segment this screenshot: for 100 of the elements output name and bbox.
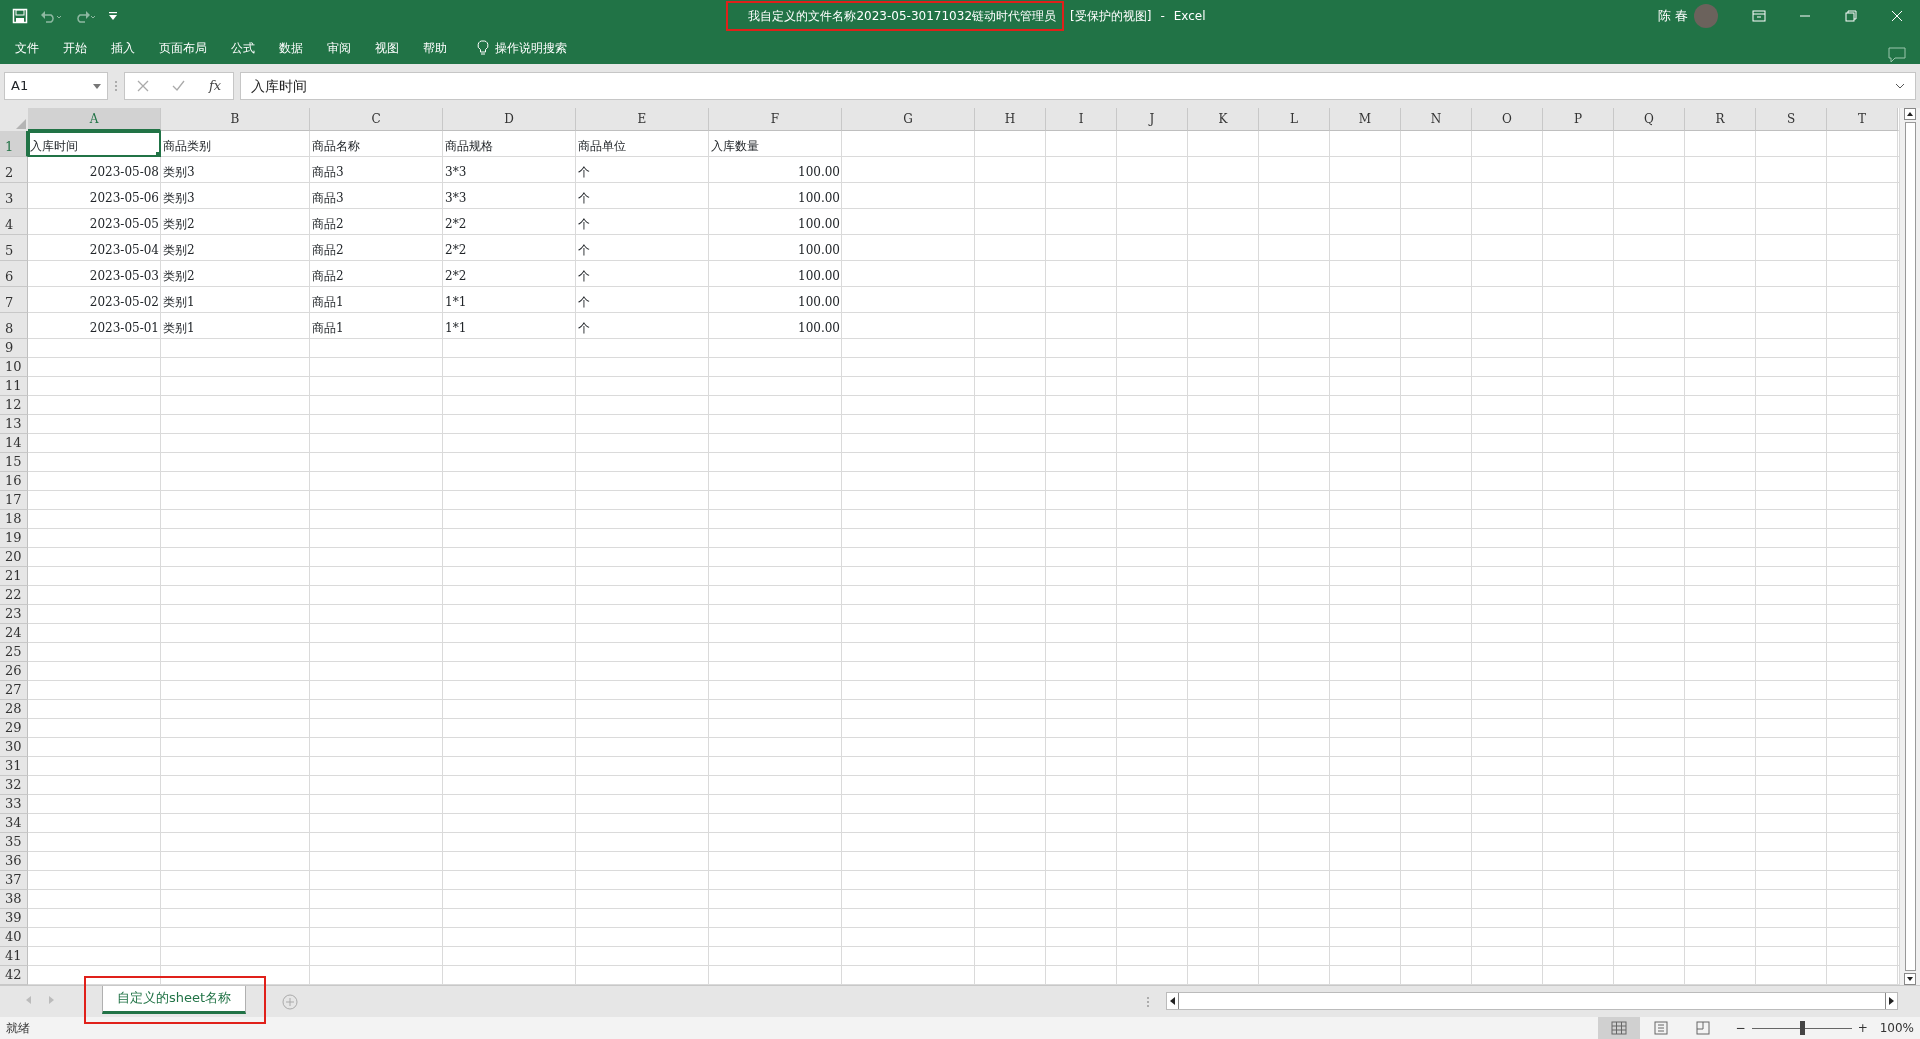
row-header[interactable]: 1 — [0, 131, 28, 157]
column-header[interactable]: S — [1756, 108, 1827, 131]
name-box[interactable]: A1 — [4, 72, 108, 100]
insert-function-button[interactable]: fx — [209, 76, 222, 96]
column-header[interactable]: K — [1188, 108, 1259, 131]
row-header[interactable]: 36 — [0, 852, 28, 871]
row-header[interactable]: 35 — [0, 833, 28, 852]
table-cell[interactable]: 商品类别 — [161, 131, 310, 157]
table-cell[interactable]: 2023-05-08 — [28, 157, 161, 183]
undo-icon[interactable] — [40, 9, 62, 23]
table-cell[interactable]: 100.00 — [709, 287, 842, 313]
row-header[interactable]: 20 — [0, 548, 28, 567]
table-cell[interactable]: 个 — [576, 183, 709, 209]
row-header[interactable]: 3 — [0, 183, 28, 209]
table-cell[interactable]: 100.00 — [709, 183, 842, 209]
row-header[interactable]: 14 — [0, 434, 28, 453]
row-header[interactable]: 4 — [0, 209, 28, 235]
table-cell[interactable]: 2*2 — [443, 235, 576, 261]
column-header[interactable]: Q — [1614, 108, 1685, 131]
table-cell[interactable]: 100.00 — [709, 313, 842, 339]
table-cell[interactable]: 1*1 — [443, 313, 576, 339]
horizontal-scrollbar[interactable] — [1166, 992, 1898, 1010]
column-header[interactable]: P — [1543, 108, 1614, 131]
table-cell[interactable]: 个 — [576, 209, 709, 235]
table-cell[interactable]: 2*2 — [443, 209, 576, 235]
dropdown-caret-icon[interactable] — [93, 83, 101, 89]
table-cell[interactable]: 个 — [576, 157, 709, 183]
table-cell[interactable]: 2023-05-05 — [28, 209, 161, 235]
row-header[interactable]: 5 — [0, 235, 28, 261]
row-header[interactable]: 13 — [0, 415, 28, 434]
row-header[interactable]: 7 — [0, 287, 28, 313]
menu-tab[interactable]: 视图 — [363, 32, 411, 64]
redo-icon[interactable] — [74, 9, 96, 23]
select-all-icon[interactable] — [16, 119, 26, 129]
table-cell[interactable]: 2023-05-06 — [28, 183, 161, 209]
column-header[interactable]: A — [28, 108, 161, 131]
view-button[interactable] — [1597, 1017, 1640, 1039]
menu-tab[interactable]: 审阅 — [315, 32, 363, 64]
row-header[interactable]: 33 — [0, 795, 28, 814]
table-cell[interactable]: 100.00 — [709, 157, 842, 183]
row-header[interactable]: 23 — [0, 605, 28, 624]
zoom-out-button[interactable]: − — [1735, 1019, 1746, 1037]
table-cell[interactable]: 商品规格 — [443, 131, 576, 157]
row-header[interactable]: 41 — [0, 947, 28, 966]
row-header[interactable]: 9 — [0, 339, 28, 358]
row-header[interactable]: 34 — [0, 814, 28, 833]
table-cell[interactable]: 商品1 — [310, 313, 443, 339]
close-icon[interactable] — [1889, 8, 1905, 24]
column-header[interactable]: G — [842, 108, 975, 131]
table-cell[interactable]: 个 — [576, 261, 709, 287]
expand-caret-icon[interactable] — [1895, 83, 1905, 89]
column-header[interactable]: R — [1685, 108, 1756, 131]
user-name[interactable]: 陈 春 — [1657, 6, 1688, 26]
row-header[interactable]: 30 — [0, 738, 28, 757]
row-header[interactable]: 26 — [0, 662, 28, 681]
row-header[interactable]: 37 — [0, 871, 28, 890]
row-header[interactable]: 10 — [0, 358, 28, 377]
menu-tab[interactable]: 开始 — [51, 32, 99, 64]
customize-caret-icon[interactable] — [108, 11, 118, 21]
sheet-tab[interactable]: 自定义的sheet名称 — [102, 986, 247, 1014]
column-header[interactable]: E — [576, 108, 709, 131]
row-header[interactable]: 24 — [0, 624, 28, 643]
check-icon[interactable] — [172, 80, 186, 92]
column-header[interactable]: O — [1472, 108, 1543, 131]
scroll-down-icon[interactable] — [1904, 973, 1916, 985]
row-header[interactable]: 32 — [0, 776, 28, 795]
table-cell[interactable]: 类别2 — [161, 261, 310, 287]
row-header[interactable]: 11 — [0, 377, 28, 396]
row-header[interactable]: 8 — [0, 313, 28, 339]
table-cell[interactable]: 类别3 — [161, 183, 310, 209]
row-header[interactable]: 6 — [0, 261, 28, 287]
table-cell[interactable]: 商品2 — [310, 261, 443, 287]
column-header[interactable]: J — [1117, 108, 1188, 131]
row-header[interactable]: 42 — [0, 966, 28, 985]
table-cell[interactable]: 2023-05-01 — [28, 313, 161, 339]
table-cell[interactable]: 个 — [576, 313, 709, 339]
column-header[interactable]: M — [1330, 108, 1401, 131]
row-header[interactable]: 12 — [0, 396, 28, 415]
table-cell[interactable]: 个 — [576, 287, 709, 313]
table-cell[interactable]: 商品3 — [310, 183, 443, 209]
zoom-in-button[interactable]: + — [1857, 1019, 1868, 1037]
table-cell[interactable]: 商品3 — [310, 157, 443, 183]
menu-tab[interactable]: 数据 — [267, 32, 315, 64]
table-cell[interactable]: 2023-05-02 — [28, 287, 161, 313]
table-cell[interactable]: 2*2 — [443, 261, 576, 287]
row-header[interactable]: 18 — [0, 510, 28, 529]
table-cell[interactable]: 类别2 — [161, 235, 310, 261]
tell-me-search[interactable]: 操作说明搜索 — [465, 32, 579, 64]
table-cell[interactable]: 类别3 — [161, 157, 310, 183]
table-cell[interactable]: 商品2 — [310, 209, 443, 235]
zoom-level[interactable]: 100% — [1879, 1019, 1920, 1037]
row-header[interactable]: 17 — [0, 491, 28, 510]
table-cell[interactable]: 2023-05-03 — [28, 261, 161, 287]
column-header[interactable]: C — [310, 108, 443, 131]
row-header[interactable]: 27 — [0, 681, 28, 700]
formula-input[interactable]: 入库时间 — [240, 72, 1916, 100]
restore-icon[interactable] — [1843, 8, 1859, 24]
row-header[interactable]: 29 — [0, 719, 28, 738]
table-cell[interactable]: 类别1 — [161, 313, 310, 339]
table-cell[interactable]: 商品名称 — [310, 131, 443, 157]
